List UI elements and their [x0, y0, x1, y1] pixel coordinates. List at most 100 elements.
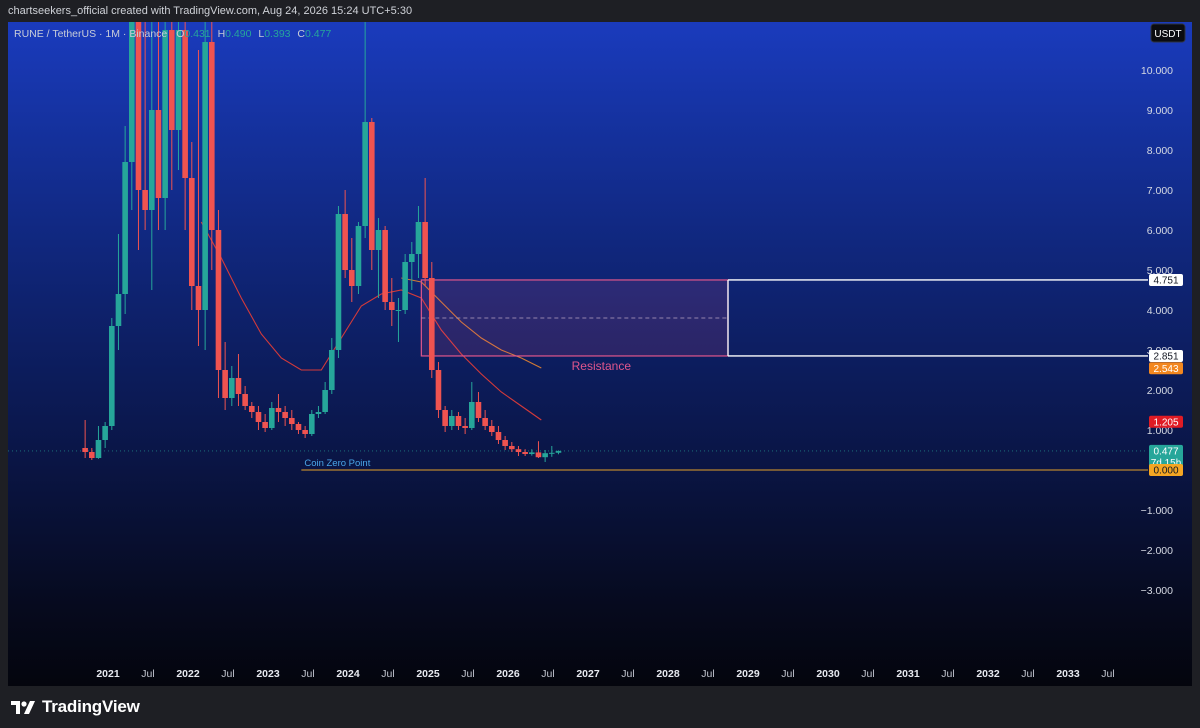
candle-body[interactable]: [149, 110, 155, 210]
y-tick-label: 6.000: [1147, 225, 1173, 237]
candle-body[interactable]: [215, 230, 222, 370]
candle-body[interactable]: [329, 350, 335, 390]
x-tick-label: 2032: [976, 668, 1000, 680]
candle-body[interactable]: [529, 452, 535, 454]
candle-body[interactable]: [449, 416, 455, 426]
candle-body[interactable]: [369, 122, 375, 250]
candle-body[interactable]: [122, 162, 128, 294]
candle-body[interactable]: [389, 302, 395, 310]
candle-body[interactable]: [522, 452, 528, 454]
candle-body[interactable]: [555, 450, 562, 453]
candle-body[interactable]: [135, 22, 142, 190]
candle-body[interactable]: [82, 448, 88, 452]
candle-body[interactable]: [295, 424, 302, 430]
candle-body[interactable]: [489, 426, 495, 432]
candle-body[interactable]: [409, 254, 415, 262]
candle-body[interactable]: [95, 440, 102, 458]
candle-body[interactable]: [515, 449, 522, 452]
candle-body[interactable]: [422, 222, 428, 278]
candle-body[interactable]: [102, 426, 108, 440]
candle-body[interactable]: [509, 446, 515, 450]
candle-body[interactable]: [315, 412, 322, 414]
candle-body[interactable]: [435, 370, 442, 410]
tradingview-logo[interactable]: TradingView: [10, 697, 140, 717]
candle-body[interactable]: [269, 408, 275, 428]
candle-body[interactable]: [362, 122, 368, 226]
candle-body[interactable]: [455, 416, 462, 426]
candle-body[interactable]: [535, 452, 542, 458]
candle-body[interactable]: [142, 190, 148, 210]
candle-body[interactable]: [475, 402, 482, 418]
candle-body[interactable]: [382, 230, 388, 302]
candle-body[interactable]: [209, 42, 215, 230]
candle-body[interactable]: [169, 30, 175, 130]
candle-body[interactable]: [375, 230, 382, 250]
candle-body[interactable]: [322, 390, 328, 412]
candle-body[interactable]: [262, 422, 268, 428]
candle-body[interactable]: [442, 410, 448, 426]
candle-body[interactable]: [195, 286, 202, 310]
candle-body[interactable]: [229, 378, 235, 398]
x-tick-label: Jul: [621, 668, 634, 680]
x-tick-label: 2026: [496, 668, 520, 680]
candle-body[interactable]: [109, 326, 115, 426]
y-axis[interactable]: 10.0009.0008.0007.0006.0005.0004.0003.00…: [1141, 65, 1174, 597]
candle-body[interactable]: [495, 432, 502, 440]
candle-body[interactable]: [309, 414, 315, 434]
candle-body[interactable]: [335, 214, 342, 350]
legend-open-value: 0.431: [184, 28, 210, 40]
candle-body[interactable]: [255, 412, 262, 422]
candle-body[interactable]: [249, 406, 255, 412]
x-axis[interactable]: 2021 Jul 2022 Jul 2023 Jul 2024 Jul 2025 Jul 2026 J…: [96, 668, 1114, 680]
candle-body[interactable]: [542, 453, 548, 458]
candle-body[interactable]: [502, 440, 508, 446]
x-tick-label: Jul: [301, 668, 314, 680]
y-tick-label: 2.000: [1147, 385, 1173, 397]
candle-body[interactable]: [395, 310, 402, 311]
horizontal-level-layer[interactable]: Coin Zero Point: [301, 458, 1148, 471]
x-tick-label: 2023: [256, 668, 280, 680]
candles-layer[interactable]: [82, 22, 562, 462]
candle-body[interactable]: [462, 426, 468, 428]
candle-body[interactable]: [289, 418, 295, 424]
candle-body[interactable]: [402, 262, 408, 310]
x-tick-label: Jul: [861, 668, 874, 680]
candle-body[interactable]: [115, 294, 122, 326]
price-chart[interactable]: Resistance Coin Zero Point 10.000 9.000 8.…: [8, 22, 1192, 686]
y-tick-label: −2.000: [1141, 545, 1174, 557]
candle-body[interactable]: [89, 452, 95, 458]
legend-low-value: 0.393: [264, 28, 290, 40]
resistance-zone-layer[interactable]: Resistance: [420, 279, 1148, 373]
price-label-value: 0.000: [1153, 466, 1178, 477]
candle-body[interactable]: [242, 394, 248, 406]
candle-body[interactable]: [349, 270, 355, 286]
chart-pane[interactable]: Resistance Coin Zero Point 10.000 9.000 8.…: [8, 22, 1192, 686]
candle-body[interactable]: [235, 378, 242, 394]
x-tick-label: 2028: [656, 668, 680, 680]
candle-body[interactable]: [355, 226, 362, 286]
candle-body[interactable]: [275, 408, 282, 412]
candle-body[interactable]: [482, 418, 488, 426]
candle-body[interactable]: [282, 412, 288, 418]
currency-button[interactable]: USDT: [1150, 23, 1186, 43]
price-label-value: 0.477: [1153, 446, 1178, 457]
candle-body[interactable]: [469, 402, 475, 428]
candle-body[interactable]: [429, 278, 435, 370]
candle-body[interactable]: [415, 222, 422, 254]
candle-body[interactable]: [342, 214, 348, 270]
candle-body[interactable]: [182, 30, 188, 178]
candle-body[interactable]: [302, 430, 308, 434]
legend-open-label: O: [176, 28, 184, 40]
candle-body[interactable]: [162, 30, 168, 198]
attribution-bar: chartseekers_official created with Tradi…: [0, 0, 1200, 22]
candle-body[interactable]: [175, 30, 182, 130]
x-tick-label: Jul: [461, 668, 474, 680]
candle-body[interactable]: [222, 370, 228, 398]
candle-body[interactable]: [189, 178, 195, 286]
candle-body[interactable]: [549, 452, 555, 454]
candle-body[interactable]: [155, 110, 162, 198]
legend-symbol: RUNE / TetherUS · 1M · Binance: [14, 28, 167, 40]
x-tick-label: Jul: [381, 668, 394, 680]
candle-body[interactable]: [202, 42, 208, 310]
candle-body[interactable]: [129, 22, 135, 162]
